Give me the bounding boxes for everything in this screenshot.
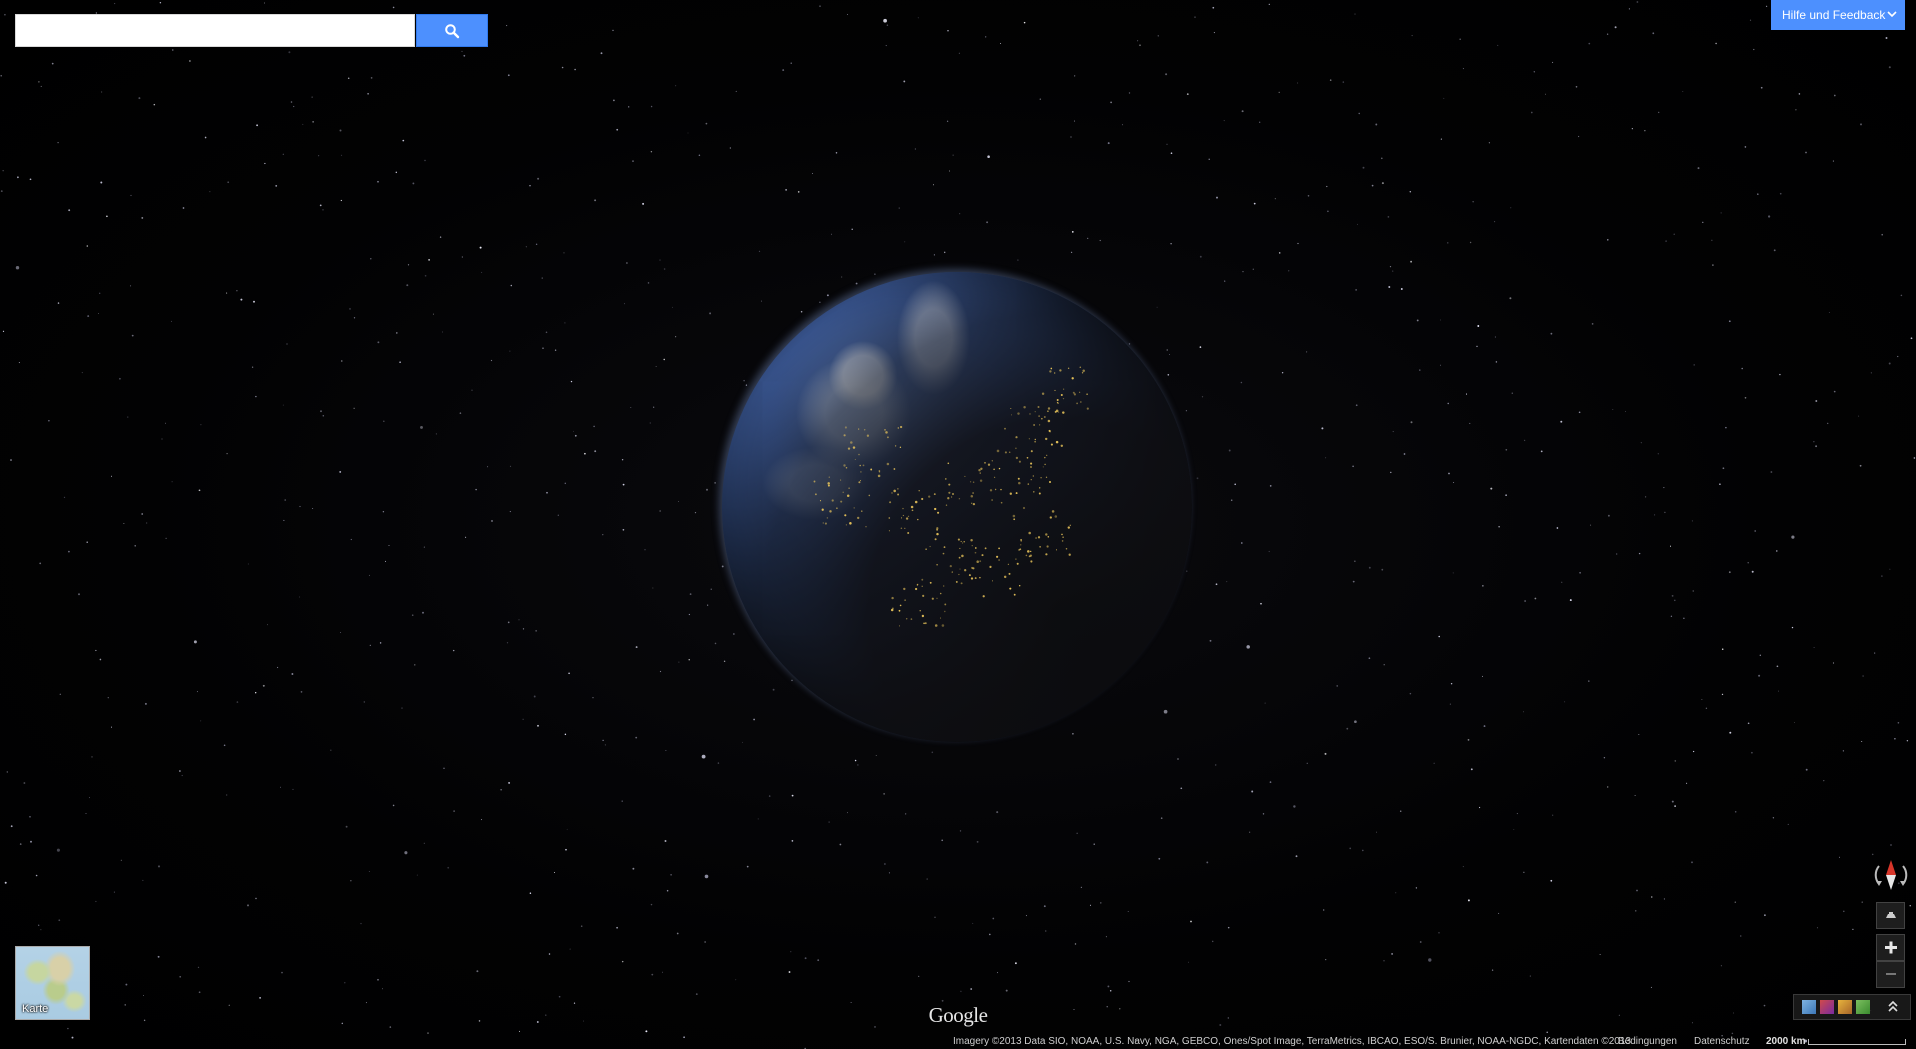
layer-terrain-tile[interactable] <box>1856 1000 1870 1014</box>
chevron-down-icon <box>1887 11 1897 18</box>
double-chevron-up-icon[interactable] <box>1887 1000 1899 1014</box>
help-feedback-button[interactable]: Hilfe und Feedback <box>1771 0 1905 30</box>
help-feedback-label: Hilfe und Feedback <box>1782 8 1886 22</box>
privacy-link[interactable]: Datenschutz <box>1694 1036 1750 1047</box>
earth-view[interactable]: Hilfe und Feedback Karte Google Imagery … <box>0 0 1916 1049</box>
city-lights <box>813 366 1089 627</box>
zoom-in-button[interactable] <box>1876 934 1905 961</box>
scale-bar <box>1808 1039 1906 1045</box>
minus-icon <box>1885 973 1896 975</box>
google-logo: Google <box>928 1003 988 1027</box>
layers-panel <box>1793 994 1911 1020</box>
search-icon <box>445 23 460 38</box>
layer-transit-tile[interactable] <box>1838 1000 1852 1014</box>
tilt-icon <box>1885 912 1896 918</box>
search-input[interactable] <box>15 14 415 47</box>
imagery-attribution: Imagery ©2013 Data SIO, NOAA, U.S. Navy,… <box>953 1036 1631 1047</box>
scale-label: 2000 km <box>1766 1036 1806 1047</box>
compass-control[interactable] <box>1870 854 1912 896</box>
map-type-switcher[interactable]: Karte <box>15 946 90 1020</box>
map-type-label: Karte <box>22 1003 49 1015</box>
plus-icon <box>1884 941 1897 954</box>
footer-bar: Imagery ©2013 Data SIO, NOAA, U.S. Navy,… <box>0 1035 1916 1049</box>
zoom-out-button[interactable] <box>1876 961 1905 988</box>
terms-link[interactable]: Bedingungen <box>1618 1036 1677 1047</box>
earth-globe[interactable] <box>722 272 1192 742</box>
search-button[interactable] <box>416 14 488 47</box>
compass-icon <box>1874 860 1908 890</box>
layer-traffic-tile[interactable] <box>1820 1000 1834 1014</box>
tilt-button[interactable] <box>1876 902 1905 929</box>
layer-satellite-tile[interactable] <box>1802 1000 1816 1014</box>
